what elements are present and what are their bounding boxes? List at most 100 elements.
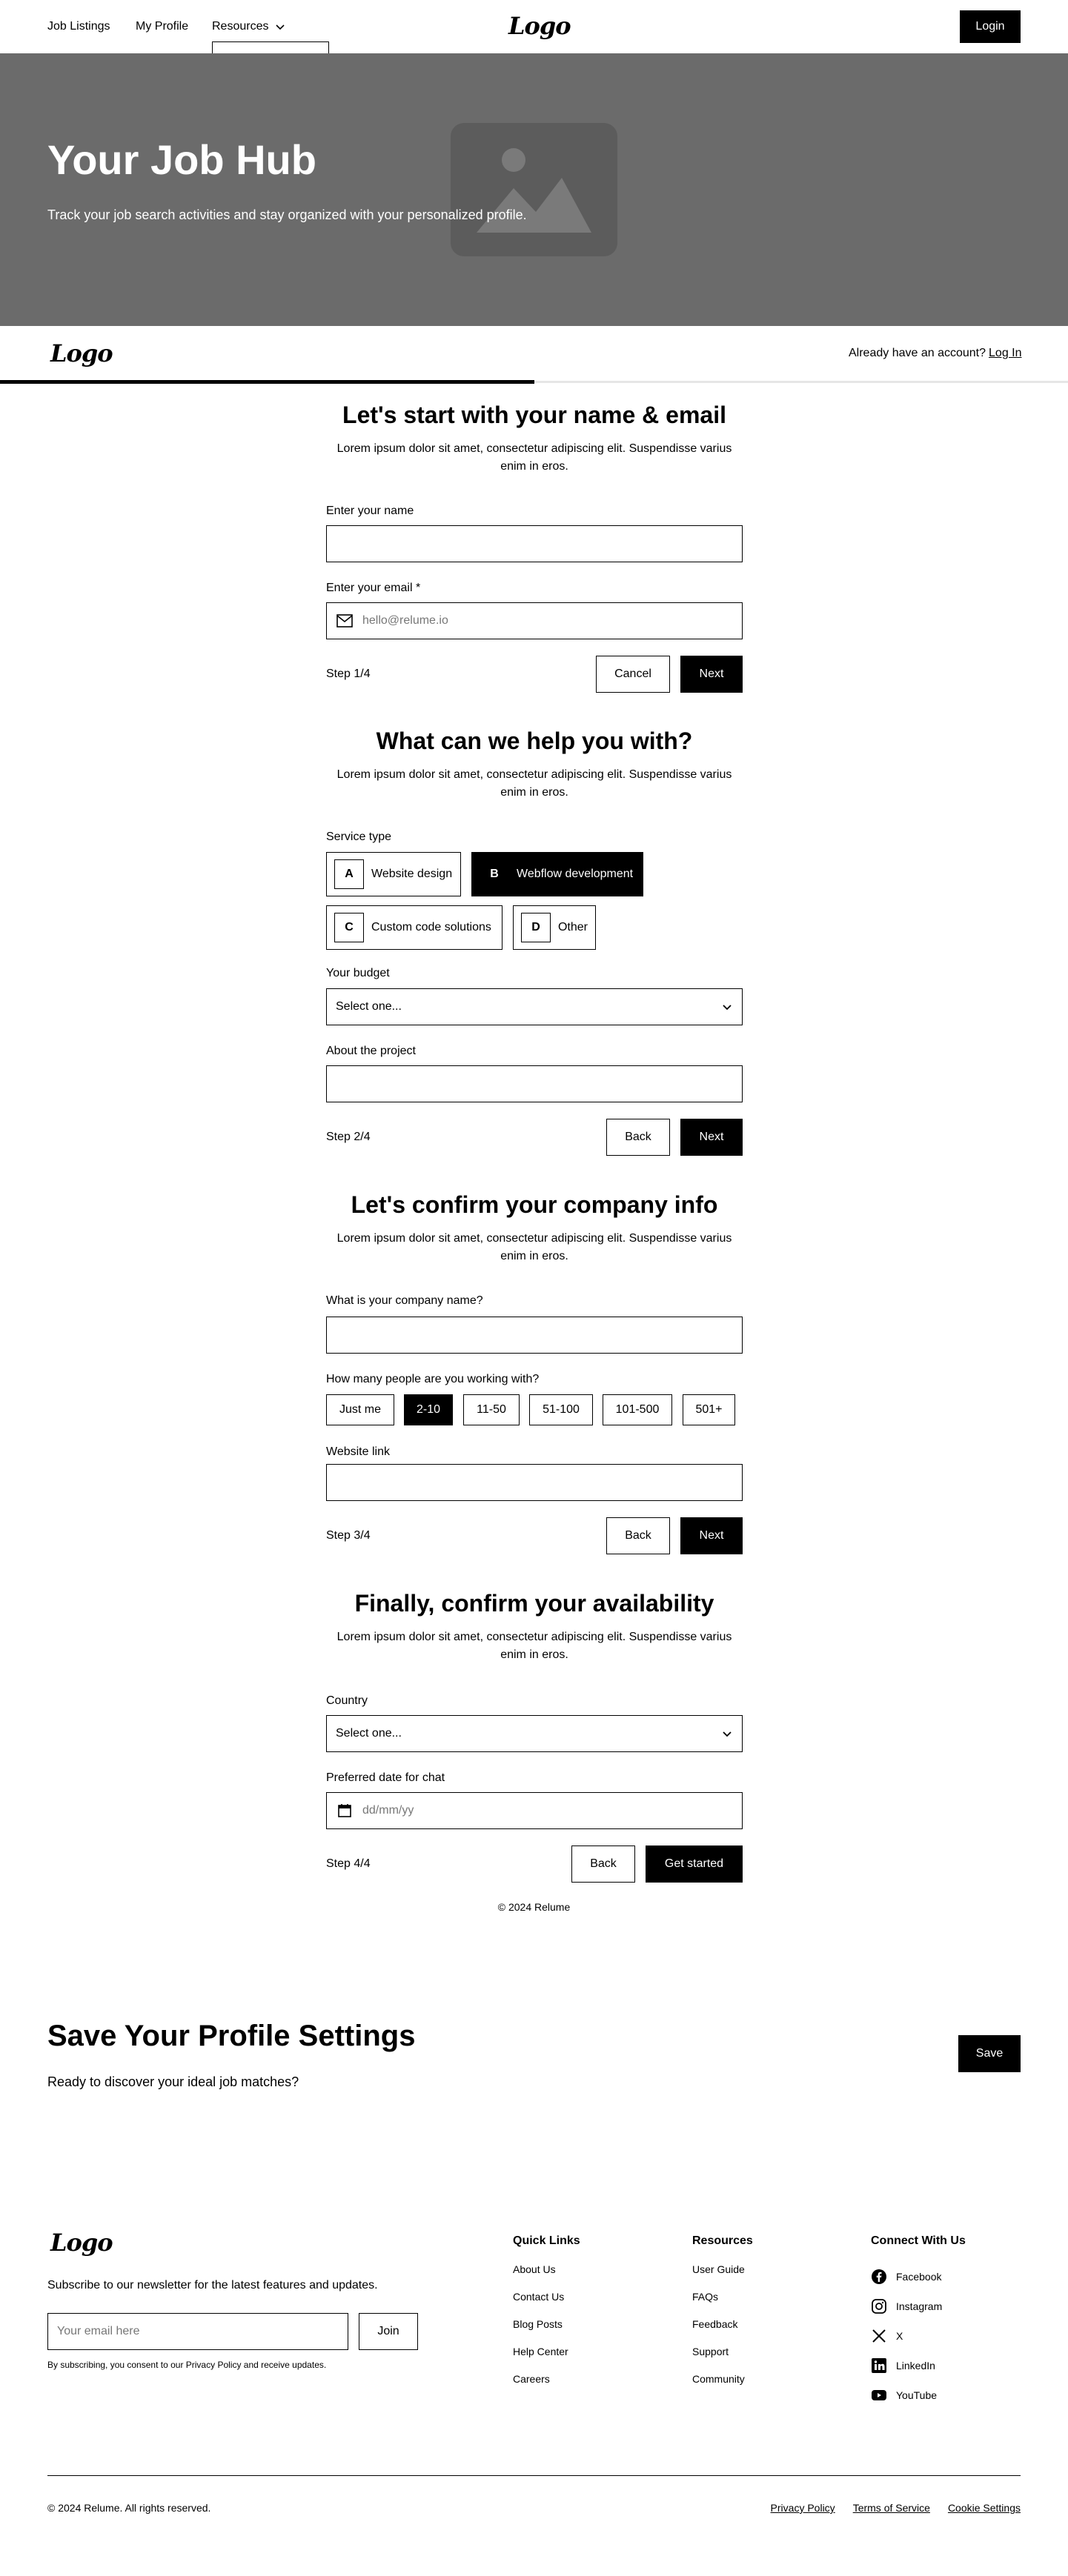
nav-link-my-profile[interactable]: My Profile: [136, 18, 188, 36]
step-3-back-button[interactable]: Back: [606, 1517, 670, 1554]
login-link[interactable]: Log In: [989, 347, 1021, 359]
footer-link-contact-us[interactable]: Contact Us: [513, 2289, 580, 2317]
youtube-icon: [872, 2390, 886, 2400]
step-4-section: Finally, confirm your availability Lorem…: [326, 1588, 743, 1900]
footer-link-careers[interactable]: Careers: [513, 2372, 580, 2399]
team-size-option[interactable]: 51-100: [529, 1394, 593, 1425]
step-4-description: Lorem ipsum dolor sit amet, consectetur …: [336, 1631, 732, 1661]
footer-logo[interactable]: Logo: [50, 2229, 113, 2257]
preferred-date-label: Preferred date for chat: [326, 1771, 445, 1784]
chevron-down-icon: [276, 24, 285, 30]
team-size-option[interactable]: 101-500: [603, 1394, 672, 1425]
social-link-youtube[interactable]: YouTube: [871, 2380, 966, 2410]
top-navbar: Job Listings My Profile Resources Logo L…: [0, 0, 1068, 55]
option-key: C: [334, 913, 364, 942]
country-select[interactable]: Select one...: [326, 1715, 743, 1752]
footer-link-support[interactable]: Support: [692, 2344, 753, 2372]
team-size-option-selected[interactable]: 2-10: [404, 1394, 453, 1425]
email-input[interactable]: hello@relume.io: [326, 602, 743, 639]
step-2-next-button[interactable]: Next: [680, 1119, 743, 1156]
footer-divider: [47, 2475, 1021, 2476]
step-1-section: Let's start with your name & email Lorem…: [326, 400, 743, 711]
cookie-settings-link[interactable]: Cookie Settings: [948, 2500, 1021, 2516]
website-link-input[interactable]: [326, 1464, 743, 1501]
privacy-policy-link[interactable]: Privacy Policy: [771, 2500, 835, 2516]
option-key: D: [521, 913, 551, 942]
step-2-description: Lorem ipsum dolor sit amet, consectetur …: [336, 768, 732, 799]
newsletter-consent: By subscribing, you consent to our Priva…: [47, 2360, 327, 2370]
company-name-label: What is your company name?: [326, 1294, 483, 1307]
hero-subtitle: Track your job search activities and sta…: [47, 207, 527, 222]
social-label: Facebook: [896, 2270, 942, 2283]
team-size-option[interactable]: 11-50: [463, 1394, 520, 1425]
join-button[interactable]: Join: [359, 2313, 418, 2350]
service-option-d[interactable]: D Other: [513, 905, 596, 950]
option-label: Website design: [371, 868, 453, 880]
nav-logo[interactable]: Logo: [508, 12, 571, 40]
step-1-description: Lorem ipsum dolor sit amet, consectetur …: [336, 442, 732, 473]
email-placeholder: hello@relume.io: [362, 614, 448, 627]
about-project-input[interactable]: [326, 1065, 743, 1102]
preferred-date-input[interactable]: dd/mm/yy: [326, 1792, 743, 1829]
date-placeholder: dd/mm/yy: [362, 1804, 414, 1817]
step-3-section: Let's confirm your company info Lorem ip…: [326, 1190, 743, 1575]
budget-select-value: Select one...: [336, 1000, 402, 1013]
team-size-option[interactable]: 501+: [683, 1394, 735, 1425]
footer-link-about-us[interactable]: About Us: [513, 2262, 580, 2289]
login-button[interactable]: Login: [960, 10, 1021, 43]
service-option-a[interactable]: A Website design: [326, 852, 461, 896]
service-option-c[interactable]: C Custom code solutions: [326, 905, 503, 950]
get-started-button[interactable]: Get started: [646, 1846, 743, 1883]
social-link-facebook[interactable]: Facebook: [871, 2262, 966, 2292]
step-4-title: Finally, confirm your availability: [354, 1590, 714, 1617]
nav-link-job-listings[interactable]: Job Listings: [47, 18, 110, 36]
chevron-down-icon: [723, 1005, 732, 1011]
social-label: X: [896, 2329, 903, 2342]
email-label: Enter your email *: [326, 582, 421, 594]
newsletter-email-input[interactable]: Your email here: [47, 2313, 348, 2350]
step-3-next-button[interactable]: Next: [680, 1517, 743, 1554]
page: Job Listings My Profile Resources Logo L…: [0, 0, 1068, 2576]
footer-link-faqs[interactable]: FAQs: [692, 2289, 753, 2317]
chevron-down-icon: [723, 1731, 732, 1737]
social-link-linkedin[interactable]: LinkedIn: [871, 2351, 966, 2380]
step-3-indicator: Step 3/4: [326, 1529, 371, 1542]
footer-link-user-guide[interactable]: User Guide: [692, 2262, 753, 2289]
social-link-x[interactable]: X: [871, 2321, 966, 2351]
option-label: Webflow development: [517, 868, 634, 880]
step-1-next-button[interactable]: Next: [680, 656, 743, 693]
instagram-icon: [872, 2299, 886, 2314]
step-1-indicator: Step 1/4: [326, 668, 371, 680]
nav-link-resources[interactable]: Resources: [212, 18, 286, 36]
newsletter-text: Subscribe to our newsletter for the late…: [47, 2279, 378, 2292]
form-copyright: © 2024 Relume: [497, 1901, 571, 1913]
service-type-label: Service type: [326, 831, 392, 843]
option-key: A: [334, 859, 364, 889]
name-input[interactable]: [326, 525, 743, 562]
terms-of-service-link[interactable]: Terms of Service: [853, 2500, 930, 2516]
facebook-icon: [872, 2269, 886, 2284]
service-option-b[interactable]: B Webflow development: [471, 852, 643, 896]
cancel-button[interactable]: Cancel: [596, 656, 670, 693]
country-select-value: Select one...: [336, 1727, 402, 1740]
newsletter-email-placeholder: Your email here: [57, 2325, 140, 2337]
budget-select[interactable]: Select one...: [326, 988, 743, 1025]
step-4-back-button[interactable]: Back: [571, 1846, 635, 1883]
team-size-option[interactable]: Just me: [326, 1394, 394, 1425]
cta-subtitle: Ready to discover your ideal job matches…: [47, 2074, 299, 2089]
save-button[interactable]: Save: [958, 2035, 1021, 2072]
step-2-section: What can we help you with? Lorem ipsum d…: [326, 726, 743, 1163]
footer-link-feedback[interactable]: Feedback: [692, 2317, 753, 2344]
company-name-input[interactable]: [326, 1317, 743, 1354]
step-1-title: Let's start with your name & email: [342, 402, 726, 428]
connect-heading: Connect With Us: [871, 2234, 966, 2247]
footer-link-community[interactable]: Community: [692, 2372, 753, 2399]
step-2-back-button[interactable]: Back: [606, 1119, 670, 1156]
step-4-indicator: Step 4/4: [326, 1857, 371, 1870]
social-link-instagram[interactable]: Instagram: [871, 2292, 966, 2321]
form-logo[interactable]: Logo: [50, 339, 113, 367]
footer-link-help-center[interactable]: Help Center: [513, 2344, 580, 2372]
cta-title: Save Your Profile Settings: [47, 2020, 416, 2052]
footer-link-blog-posts[interactable]: Blog Posts: [513, 2317, 580, 2344]
step-3-description: Lorem ipsum dolor sit amet, consectetur …: [336, 1232, 732, 1262]
